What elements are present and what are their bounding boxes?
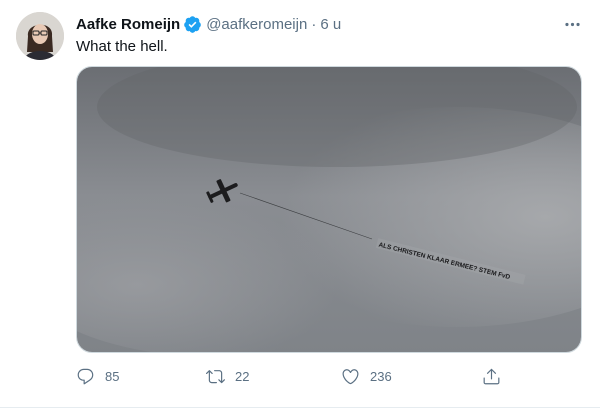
- media-photo: ALS CHRISTEN KLAAR ERMEE? STEM FvD: [77, 67, 581, 352]
- avatar[interactable]: [16, 12, 64, 60]
- display-name[interactable]: Aafke Romeijn: [76, 16, 180, 33]
- reply-icon: [77, 368, 94, 384]
- tweet-text: What the hell.: [76, 38, 168, 55]
- avatar-photo: [16, 12, 64, 60]
- heart-icon: [342, 368, 359, 384]
- tweet-header: Aafke Romeijn @aafkeromeijn · 6 u: [76, 14, 341, 34]
- reply-button[interactable]: 85: [76, 364, 119, 388]
- more-icon: [564, 22, 580, 26]
- verified-badge-icon: [184, 15, 202, 33]
- handle[interactable]: @aafkeromeijn: [206, 16, 307, 33]
- like-button[interactable]: 236: [341, 364, 392, 388]
- retweet-button[interactable]: 22: [206, 364, 249, 388]
- reply-count: 85: [105, 368, 120, 384]
- retweet-icon: [206, 369, 225, 383]
- like-count: 236: [370, 368, 392, 384]
- share-button[interactable]: [482, 364, 501, 388]
- share-icon: [483, 368, 500, 384]
- action-bar: 85 22 236: [76, 364, 506, 388]
- retweet-count: 22: [235, 368, 250, 384]
- tweet[interactable]: Aafke Romeijn @aafkeromeijn · 6 u What t…: [0, 0, 600, 408]
- more-button[interactable]: [560, 12, 584, 36]
- timestamp[interactable]: 6 u: [320, 16, 341, 33]
- separator-dot: ·: [311, 15, 317, 33]
- tweet-media[interactable]: ALS CHRISTEN KLAAR ERMEE? STEM FvD: [76, 66, 582, 353]
